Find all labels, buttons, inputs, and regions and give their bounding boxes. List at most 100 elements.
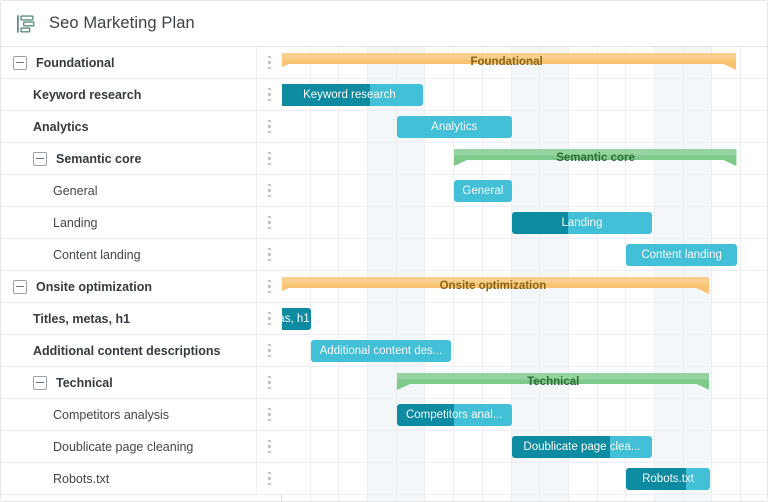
gantt-bar-keyword-research[interactable]: Keyword research: [282, 84, 423, 106]
menu-dot: [268, 67, 271, 70]
menu-dot: [268, 291, 271, 294]
gantt-bar-landing[interactable]: Landing: [512, 212, 653, 234]
menu-dot: [268, 280, 271, 283]
row-menu-button-foundational[interactable]: [256, 47, 282, 78]
gantt-bar-onsite-optimization[interactable]: Onsite optimization: [282, 277, 710, 294]
menu-dot: [268, 483, 271, 486]
menu-dot: [268, 381, 271, 384]
row-divider: [282, 366, 768, 367]
row-menu-button-keyword-research[interactable]: [256, 79, 282, 110]
task-bar-label: Additional content des...: [311, 345, 452, 357]
row-menu-button-landing[interactable]: [256, 207, 282, 238]
gantt-bar-titles-metas-h1[interactable]: Titles, metas, h1: [282, 308, 311, 330]
row-divider: [282, 430, 768, 431]
task-name-cell: Content landing: [1, 239, 256, 270]
grid-column: [339, 47, 368, 502]
task-label: Semantic core: [56, 152, 141, 166]
task-row-general[interactable]: General: [1, 175, 282, 207]
summary-bar-label: Foundational: [470, 56, 542, 68]
task-name-cell: Keyword research: [1, 79, 256, 110]
gantt-bar-foundational[interactable]: Foundational: [282, 53, 737, 70]
collapse-toggle-foundational[interactable]: [13, 56, 27, 70]
summary-bar-label: Onsite optimization: [440, 280, 547, 292]
row-menu-button-additional-content[interactable]: [256, 335, 282, 366]
task-row-content-landing[interactable]: Content landing: [1, 239, 282, 271]
row-menu-button-doublicate-page[interactable]: [256, 431, 282, 462]
gantt-bar-competitors-analysis[interactable]: Competitors anal...: [397, 404, 512, 426]
menu-dot: [268, 189, 271, 192]
task-row-onsite-optimization[interactable]: Onsite optimization: [1, 271, 282, 303]
row-divider: [282, 494, 768, 495]
row-menu-button-general[interactable]: [256, 175, 282, 206]
gantt-bar-doublicate-page[interactable]: Doublicate page clea...: [512, 436, 653, 458]
row-menu-button-analytics[interactable]: [256, 111, 282, 142]
menu-dot: [268, 477, 271, 480]
task-bar-label: Keyword research: [294, 89, 405, 101]
gantt-bar-semantic-core[interactable]: Semantic core: [454, 149, 737, 166]
grid-column: [626, 47, 655, 502]
task-row-titles-metas-h1[interactable]: Titles, metas, h1: [1, 303, 282, 335]
menu-dot: [268, 131, 271, 134]
gantt-bar-analytics[interactable]: Analytics: [397, 116, 512, 138]
row-menu-button-technical[interactable]: [256, 367, 282, 398]
collapse-toggle-onsite-optimization[interactable]: [13, 280, 27, 294]
gantt-bar-robots-txt[interactable]: Robots.txt: [626, 468, 709, 490]
task-row-foundational[interactable]: Foundational: [1, 47, 282, 79]
task-label: Analytics: [33, 120, 89, 134]
gantt-app: Seo Marketing Plan FoundationalKeyword r…: [0, 0, 768, 502]
task-row-doublicate-page[interactable]: Doublicate page cleaning: [1, 431, 282, 463]
task-row-landing[interactable]: Landing: [1, 207, 282, 239]
menu-dot: [268, 93, 271, 96]
row-menu-button-competitors-analysis[interactable]: [256, 399, 282, 430]
row-menu-button-semantic-core[interactable]: [256, 143, 282, 174]
menu-dot: [268, 221, 271, 224]
task-label: Titles, metas, h1: [33, 312, 130, 326]
task-row-additional-content[interactable]: Additional content descriptions: [1, 335, 282, 367]
task-row-robots-txt[interactable]: Robots.txt: [1, 463, 282, 495]
menu-dot: [268, 285, 271, 288]
gantt-bar-technical[interactable]: Technical: [397, 373, 710, 390]
task-bar-label: General: [454, 185, 511, 197]
menu-dot: [268, 56, 271, 59]
task-name-cell: General: [1, 175, 256, 206]
menu-dot: [268, 152, 271, 155]
gantt-body: FoundationalKeyword researchAnalyticsSem…: [1, 47, 768, 502]
gantt-chart-pane: Foundational Keyword research Analytics Sem…: [282, 47, 768, 502]
gantt-bar-content-landing[interactable]: Content landing: [626, 244, 736, 266]
menu-dot: [268, 248, 271, 251]
task-name-cell: Technical: [1, 367, 256, 398]
menu-dot: [268, 472, 271, 475]
task-name-cell: Analytics: [1, 111, 256, 142]
menu-dot: [268, 355, 271, 358]
menu-dot: [268, 317, 271, 320]
grid-column: [684, 47, 713, 502]
task-label: Additional content descriptions: [33, 344, 221, 358]
gantt-bar-general[interactable]: General: [454, 180, 511, 202]
task-row-analytics[interactable]: Analytics: [1, 111, 282, 143]
row-divider: [282, 78, 768, 79]
task-label: Robots.txt: [53, 472, 109, 486]
task-row-semantic-core[interactable]: Semantic core: [1, 143, 282, 175]
task-name-cell: Additional content descriptions: [1, 335, 256, 366]
row-divider: [282, 462, 768, 463]
grid-column: [713, 47, 742, 502]
task-row-technical[interactable]: Technical: [1, 367, 282, 399]
menu-dot: [268, 349, 271, 352]
row-divider: [282, 110, 768, 111]
row-menu-button-onsite-optimization[interactable]: [256, 271, 282, 302]
task-name-cell: Foundational: [1, 47, 256, 78]
row-divider: [282, 302, 768, 303]
row-menu-button-titles-metas-h1[interactable]: [256, 303, 282, 334]
row-menu-button-content-landing[interactable]: [256, 239, 282, 270]
gantt-bar-additional-content[interactable]: Additional content des...: [311, 340, 452, 362]
grid-column: [540, 47, 569, 502]
menu-dot: [268, 184, 271, 187]
task-row-competitors-analysis[interactable]: Competitors analysis: [1, 399, 282, 431]
menu-dot: [268, 253, 271, 256]
collapse-toggle-technical[interactable]: [33, 376, 47, 390]
row-menu-button-robots-txt[interactable]: [256, 463, 282, 494]
collapse-toggle-semantic-core[interactable]: [33, 152, 47, 166]
task-row-keyword-research[interactable]: Keyword research: [1, 79, 282, 111]
task-bar-label: Analytics: [422, 121, 486, 133]
menu-dot: [268, 125, 271, 128]
